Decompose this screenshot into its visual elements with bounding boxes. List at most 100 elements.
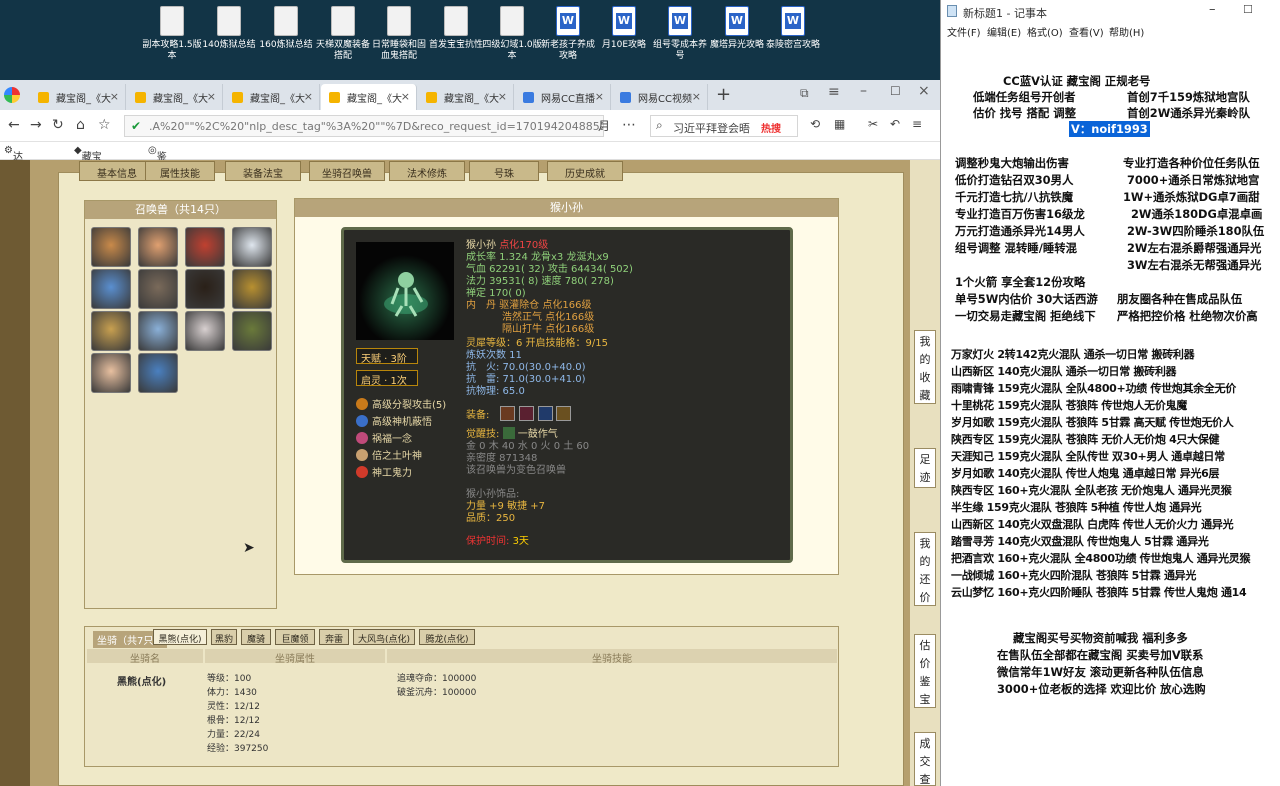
mount-tab[interactable]: 奔雷	[319, 629, 349, 645]
desktop-icon-8[interactable]: W 月10E攻略	[594, 6, 654, 51]
undo-icon[interactable]: ↶	[890, 117, 900, 131]
pet-thumbnail[interactable]	[138, 311, 178, 351]
pet-skill[interactable]: 高级分裂攻击(5)	[356, 396, 446, 411]
my-favorites-button[interactable]: 我的收藏	[914, 330, 936, 404]
pet-thumbnail[interactable]	[138, 227, 178, 267]
pet-skill[interactable]: 祸福一念	[356, 430, 412, 445]
pet-thumbnail[interactable]	[91, 269, 131, 309]
pet-thumbnail[interactable]	[138, 269, 178, 309]
desktop-icon-9[interactable]: W 组号零成本养号	[650, 6, 710, 62]
mount-tab[interactable]: 黑熊(点化)	[153, 629, 207, 645]
pet-thumbnail[interactable]	[91, 353, 131, 393]
minimize-icon[interactable]: –	[1209, 2, 1216, 17]
bookmark-item[interactable]: ◎ 鉴宝广场	[148, 145, 167, 208]
browser-tab[interactable]: 藏宝阁_《大 ×	[30, 84, 126, 110]
menu-view[interactable]: 查看(V)	[1069, 24, 1104, 39]
menu-icon[interactable]: ≡	[828, 84, 840, 100]
desktop-icon-11[interactable]: W 泰陵密宫攻略	[763, 6, 823, 51]
footprint-button[interactable]: 足迹	[914, 448, 936, 488]
bookmark-item[interactable]: ◆ 藏宝阁_《大	[74, 145, 102, 193]
forward-icon[interactable]: →	[30, 117, 42, 133]
pet-thumbnail[interactable]	[185, 311, 225, 351]
desktop-icon-4[interactable]: 日常睡袋和固血鬼搭配	[369, 6, 429, 62]
search-input[interactable]: ⌕ 习近平拜登会晤 热搜	[650, 115, 798, 137]
tab-history[interactable]: 历史成就	[547, 161, 623, 181]
close-tab-icon[interactable]: ×	[207, 90, 216, 103]
back-icon[interactable]: ←	[8, 117, 20, 133]
desktop-icon-5[interactable]: 首发宝宝抗性	[426, 6, 486, 51]
mount-tab[interactable]: 巨魔领	[275, 629, 315, 645]
pet-thumbnail[interactable]	[232, 311, 272, 351]
close-tab-icon[interactable]: ×	[498, 90, 507, 103]
close-window-icon[interactable]: ×	[918, 83, 930, 99]
extension-icon[interactable]: ⟲	[810, 117, 820, 131]
more-icon[interactable]: ⋯	[622, 117, 636, 133]
browser-tab[interactable]: 藏宝阁_《大 ×	[418, 84, 514, 110]
maximize-icon[interactable]: ☐	[890, 84, 901, 98]
pet-thumbnail[interactable]	[232, 269, 272, 309]
mount-tab[interactable]: 魔骑	[241, 629, 271, 645]
browser-tab[interactable]: 藏宝阁_《大 ×	[224, 84, 320, 110]
mount-tab[interactable]: 腾龙(点化)	[419, 629, 475, 645]
pet-skill[interactable]: 神工鬼力	[356, 464, 412, 479]
close-tab-icon[interactable]: ×	[110, 90, 119, 103]
close-tab-icon[interactable]: ×	[692, 90, 701, 103]
tab-equipment[interactable]: 装备法宝	[225, 161, 301, 181]
bookmark-star-icon[interactable]: ☆	[98, 117, 111, 133]
menu-file[interactable]: 文件(F)	[947, 24, 981, 39]
desktop-icon-2[interactable]: 160炼狱总结	[256, 6, 316, 51]
desktop-icon-1[interactable]: 140炼狱总结	[199, 6, 259, 51]
minimize-icon[interactable]: –	[860, 83, 867, 99]
tab-orbs[interactable]: 号珠	[469, 161, 539, 181]
pet-skill[interactable]: 倍之土叶神	[356, 447, 422, 462]
desktop-icon-0[interactable]: 副本攻略1.5版本	[142, 6, 202, 62]
close-tab-icon[interactable]: ×	[401, 90, 410, 103]
close-tab-icon[interactable]: ×	[595, 90, 604, 103]
mount-panel: 坐骑（共7只） 黑熊(点化) 黑豹 魔骑 巨魔领 奔雷 大风鸟(点化) 腾龙(点…	[84, 626, 839, 767]
deal-query-button[interactable]: 成交查询	[914, 732, 936, 786]
reload-icon[interactable]: ↻	[52, 117, 64, 133]
equip-slot-icon[interactable]	[500, 406, 515, 421]
browser-menu-icon[interactable]: ≡	[912, 117, 922, 131]
scissors-icon[interactable]: ✂	[868, 117, 878, 131]
desktop-icon-7[interactable]: W 新老孩子养成攻略	[538, 6, 598, 62]
pet-thumbnail[interactable]	[138, 353, 178, 393]
pet-thumbnail[interactable]	[185, 269, 225, 309]
maximize-icon[interactable]: ☐	[1243, 3, 1253, 16]
pet-skill[interactable]: 高级神机蔽悟	[356, 413, 432, 428]
tab-basic-info[interactable]: 基本信息	[79, 161, 155, 181]
pet-thumbnail[interactable]	[232, 227, 272, 267]
pet-thumbnail[interactable]	[91, 311, 131, 351]
notepad-text-area[interactable]: CC蓝V认证 藏宝阁 正规老号 低端任务组号开创者 首创7千159炼狱地宫队 估价 找…	[941, 40, 1280, 786]
desktop-icon-6[interactable]: 四级幻域1.0版本	[482, 6, 542, 62]
browser-tab[interactable]: 网易CC直播 ×	[515, 84, 611, 110]
reader-icon[interactable]: 月	[598, 117, 610, 134]
browser-tab[interactable]: 藏宝阁_《大 ×	[127, 84, 223, 110]
equip-slot-icon[interactable]	[537, 406, 553, 421]
bookmark-item[interactable]: ⚙ 达人后台	[4, 145, 23, 208]
browser-tab-active[interactable]: 藏宝阁_《大 ×	[321, 84, 417, 110]
my-offers-button[interactable]: 我的还价	[914, 532, 936, 606]
tab-spell-training[interactable]: 法术修炼	[389, 161, 465, 181]
menu-format[interactable]: 格式(O)	[1027, 24, 1063, 39]
pet-thumbnail[interactable]	[91, 227, 131, 267]
home-icon[interactable]: ⌂	[76, 117, 85, 133]
browser-tab[interactable]: 网易CC视频 ×	[612, 84, 708, 110]
mount-tab[interactable]: 大风鸟(点化)	[353, 629, 415, 645]
appraise-button[interactable]: 估价鉴宝	[914, 634, 936, 708]
url-input[interactable]: ✔ .A%20""%2C%20"nlp_desc_tag"%3A%20""%7D…	[124, 115, 604, 137]
grid-icon[interactable]: ▦	[834, 117, 845, 131]
equip-slot-icon[interactable]	[518, 406, 534, 421]
new-tab-icon[interactable]: +	[716, 84, 731, 105]
mount-tab[interactable]: 黑豹	[211, 629, 237, 645]
close-tab-icon[interactable]: ×	[304, 90, 313, 103]
tab-attr-skills[interactable]: 属性技能	[145, 161, 215, 181]
desktop-icon-3[interactable]: 天梯双魔装备搭配	[313, 6, 373, 62]
tab-mount-pets[interactable]: 坐骑召唤兽	[309, 161, 385, 181]
desktop-icon-10[interactable]: W 魔塔异光攻略	[707, 6, 767, 51]
menu-edit[interactable]: 编辑(E)	[987, 24, 1021, 39]
pet-thumbnail[interactable]	[185, 227, 225, 267]
menu-help[interactable]: 帮助(H)	[1109, 24, 1144, 39]
window-restore-icon[interactable]: ⧉	[800, 86, 809, 101]
equip-slot-icon[interactable]	[556, 406, 572, 421]
